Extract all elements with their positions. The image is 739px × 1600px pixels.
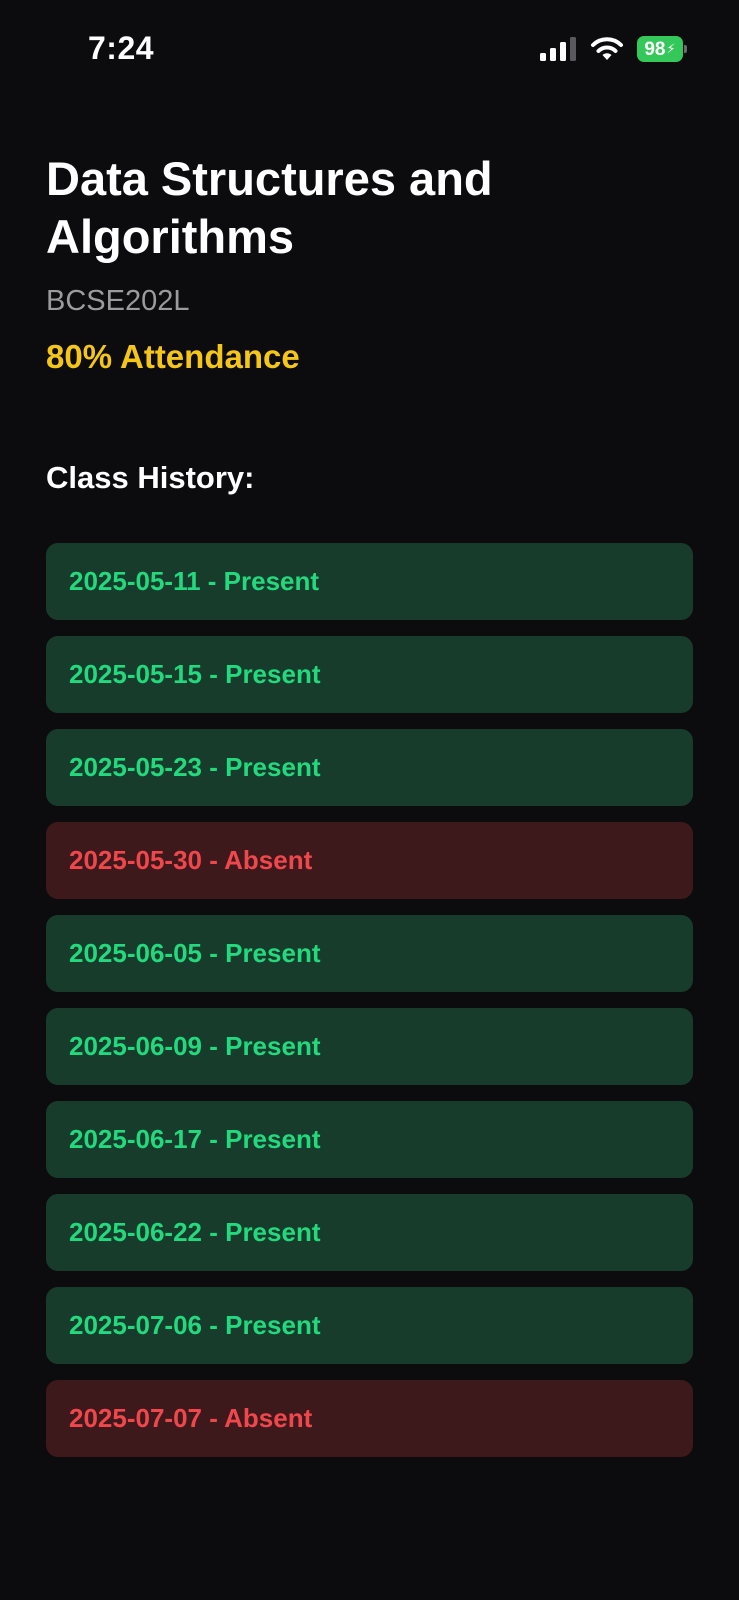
wifi-icon bbox=[591, 37, 623, 60]
battery-icon: 98 ⚡ bbox=[637, 36, 687, 62]
class-history-list: 2025-05-11 - Present 2025-05-15 - Presen… bbox=[46, 543, 693, 1473]
battery-level: 98 bbox=[644, 38, 666, 60]
history-item[interactable]: 2025-06-22 - Present bbox=[46, 1194, 693, 1271]
battery-cap bbox=[684, 45, 687, 53]
signal-icon bbox=[540, 37, 576, 61]
class-history-heading: Class History: bbox=[46, 460, 255, 495]
history-item[interactable]: 2025-05-30 - Absent bbox=[46, 822, 693, 899]
history-item[interactable]: 2025-05-11 - Present bbox=[46, 543, 693, 620]
status-bar: 7:24 98 ⚡ bbox=[0, 0, 739, 100]
history-item[interactable]: 2025-06-17 - Present bbox=[46, 1101, 693, 1178]
charging-bolt-icon: ⚡ bbox=[666, 41, 676, 56]
battery-body: 98 ⚡ bbox=[637, 36, 683, 62]
history-item[interactable]: 2025-06-09 - Present bbox=[46, 1008, 693, 1085]
course-title: Data Structures and Algorithms bbox=[46, 152, 493, 263]
history-item[interactable]: 2025-07-06 - Present bbox=[46, 1287, 693, 1364]
status-time: 7:24 bbox=[88, 30, 155, 66]
history-item[interactable]: 2025-05-23 - Present bbox=[46, 729, 693, 806]
course-header: Data Structures and Algorithms BCSE202L … bbox=[46, 150, 696, 376]
attendance-percentage: 80% Attendance bbox=[46, 338, 300, 375]
history-item[interactable]: 2025-05-15 - Present bbox=[46, 636, 693, 713]
course-code: BCSE202L bbox=[46, 285, 190, 317]
history-item[interactable]: 2025-06-05 - Present bbox=[46, 915, 693, 992]
history-item[interactable]: 2025-07-07 - Absent bbox=[46, 1380, 693, 1457]
